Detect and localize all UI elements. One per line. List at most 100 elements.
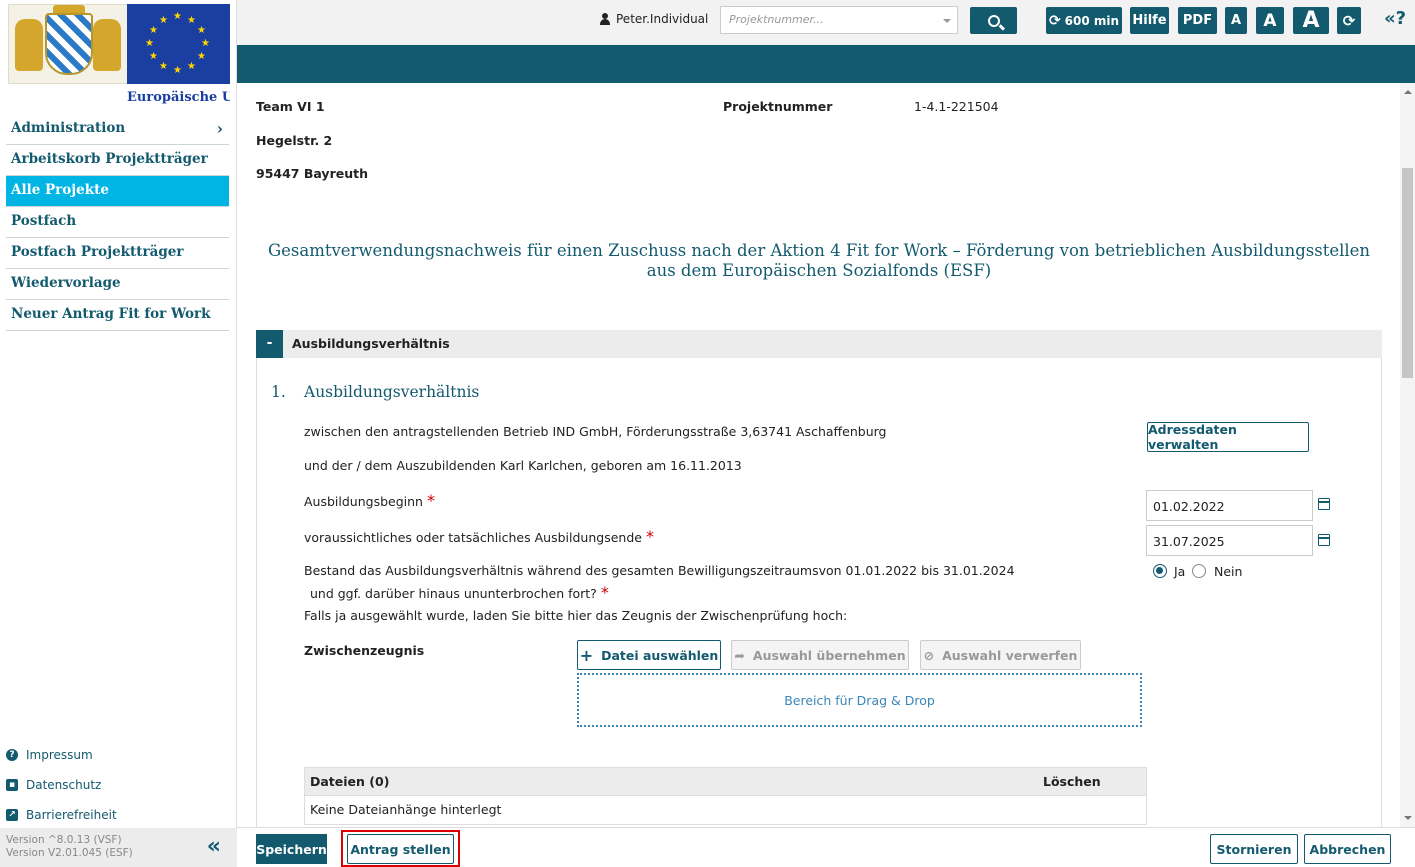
eu-label: Europäische Uni <box>127 90 230 105</box>
user-icon <box>600 13 610 25</box>
sidebar-item-arbeitskorb[interactable]: Arbeitskorb Projektträger <box>6 145 229 176</box>
choose-file-button[interactable]: + Datei auswählen <box>577 640 721 670</box>
external-link-icon: ↗ <box>6 809 18 821</box>
calendar-icon[interactable] <box>1318 498 1330 510</box>
choose-file-label: Datei auswählen <box>601 647 719 663</box>
start-label: Ausbildungsbeginn * <box>304 491 435 510</box>
sidebar-item-label: Alle Projekte <box>11 182 109 198</box>
search-icon <box>987 14 1000 27</box>
sidebar-item-label: Administration <box>11 120 126 136</box>
question-circle-icon: ? <box>6 749 18 761</box>
files-table-header: Dateien (0) Löschen <box>304 767 1147 796</box>
files-table: Dateien (0) Löschen Keine Dateianhänge h… <box>304 767 1147 825</box>
sidebar-nav: Administration › Arbeitskorb Projektträg… <box>6 114 229 331</box>
company-line: zwischen den antragstellenden Betrieb IN… <box>304 424 887 439</box>
search-button[interactable] <box>970 7 1017 34</box>
team-name: Team VI 1 <box>256 99 325 114</box>
plus-icon: + <box>579 645 594 665</box>
street: Hegelstr. 2 <box>256 133 333 148</box>
datenschutz-label: Datenschutz <box>26 778 102 792</box>
version-box: Version ^8.0.13 (VSF) Version V2.01.045 … <box>0 828 237 867</box>
bottom-bar: Speichern Antrag stellen Stornieren Abbr… <box>237 827 1415 867</box>
save-button[interactable]: Speichern <box>256 834 327 864</box>
question-line-1: Bestand das Ausbildungsverhältnis währen… <box>304 563 1015 578</box>
table-row: Keine Dateianhänge hinterlegt <box>304 796 1147 825</box>
discard-selection-button[interactable]: ⊘ Auswahl verwerfen <box>920 640 1081 670</box>
caret-down-icon <box>943 19 951 27</box>
page-title: Gesamtverwendungsnachweis für einen Zusc… <box>267 241 1371 280</box>
trainee-line: und der / dem Auszubildenden Karl Karlch… <box>304 458 742 473</box>
collapse-help-icon[interactable]: «? <box>1384 8 1406 29</box>
eu-flag-logo: ★ ★ ★ ★ ★ ★ ★ ★ ★ ★ ★ ★ <box>127 4 230 84</box>
datenschutz-link[interactable]: ▪ Datenschutz <box>6 770 231 800</box>
files-header: Dateien (0) <box>310 774 390 789</box>
header-band <box>237 45 1415 83</box>
pdf-button[interactable]: PDF <box>1178 7 1217 34</box>
section-header: - Ausbildungsverhältnis <box>256 330 1382 358</box>
barrierefreiheit-link[interactable]: ↗ Barrierefreiheit <box>6 800 231 830</box>
scroll-down-icon[interactable] <box>1404 816 1412 824</box>
calendar-icon[interactable] <box>1318 534 1330 546</box>
help-button[interactable]: Hilfe <box>1130 7 1169 34</box>
bavaria-coat-of-arms-logo <box>8 4 128 84</box>
end-label: voraussichtliches oder tatsächliches Aus… <box>304 527 654 546</box>
sidebar-item-alle-projekte[interactable]: Alle Projekte <box>6 176 229 207</box>
section-collapse-button[interactable]: - <box>256 330 283 358</box>
submit-application-button[interactable]: Antrag stellen <box>347 834 454 864</box>
sidebar-item-administration[interactable]: Administration › <box>6 114 229 145</box>
collapse-sidebar-icon[interactable]: « <box>207 836 221 858</box>
session-timer-button[interactable]: ⟳ 600 min <box>1046 7 1122 34</box>
logo-area: ★ ★ ★ ★ ★ ★ ★ ★ ★ ★ ★ ★ Europäische Uni <box>6 4 230 108</box>
upload-label: Zwischenzeugnis <box>304 643 425 658</box>
impressum-label: Impressum <box>26 748 93 762</box>
id-card-icon: ▪ <box>6 779 18 791</box>
required-marker: * <box>645 527 654 546</box>
version-esf: Version V2.01.045 (ESF) <box>6 847 133 859</box>
username: Peter.Individual <box>616 12 709 26</box>
project-number-placeholder: Projektnummer... <box>729 13 824 26</box>
sidebar: ★ ★ ★ ★ ★ ★ ★ ★ ★ ★ ★ ★ Europäische Uni … <box>0 0 237 867</box>
sidebar-item-postfach[interactable]: Postfach <box>6 207 229 238</box>
start-date-input[interactable]: 01.02.2022 <box>1146 490 1313 521</box>
scrollbar-thumb[interactable] <box>1402 168 1413 378</box>
sidebar-item-wiedervorlage[interactable]: Wiedervorlage <box>6 269 229 300</box>
required-marker: * <box>426 491 435 510</box>
share-icon: ➦ <box>734 647 745 663</box>
ban-icon: ⊘ <box>923 647 935 663</box>
project-number-select[interactable]: Projektnummer... <box>720 6 958 34</box>
project-number-value: 1-4.1-221504 <box>914 99 999 114</box>
required-marker: * <box>600 583 609 602</box>
font-size-large-button[interactable]: A <box>1293 7 1329 34</box>
font-size-medium-button[interactable]: A <box>1256 7 1284 34</box>
radio-yes[interactable] <box>1153 564 1167 578</box>
main-content: Team VI 1 Hegelstr. 2 95447 Bayreuth Pro… <box>237 83 1400 827</box>
footer-links: ? Impressum ▪ Datenschutz ↗ Barrierefrei… <box>6 740 231 830</box>
version-vsf: Version ^8.0.13 (VSF) <box>6 834 122 846</box>
question-line-2-text: und ggf. darüber hinaus ununterbrochen f… <box>310 586 597 601</box>
impressum-link[interactable]: ? Impressum <box>6 740 231 770</box>
manage-address-button[interactable]: Adressdaten verwalten <box>1147 422 1309 452</box>
project-number-label: Projektnummer <box>723 99 833 114</box>
sidebar-item-postfach-projekttraeger[interactable]: Postfach Projektträger <box>6 238 229 269</box>
apply-selection-label: Auswahl übernehmen <box>752 647 906 663</box>
radio-yes-label: Ja <box>1174 564 1186 579</box>
radio-no[interactable] <box>1192 564 1206 578</box>
drag-drop-area[interactable]: Bereich für Drag & Drop <box>577 673 1142 727</box>
barrierefreiheit-label: Barrierefreiheit <box>26 808 117 822</box>
delete-header: Löschen <box>1043 774 1101 789</box>
sidebar-item-label: Postfach Projektträger <box>11 244 184 260</box>
timer-label: 600 min <box>1064 13 1120 28</box>
cancel-button[interactable]: Stornieren <box>1210 834 1298 864</box>
user-info: Peter.Individual <box>600 12 708 26</box>
sidebar-item-neuer-antrag[interactable]: Neuer Antrag Fit for Work <box>6 300 229 331</box>
font-size-small-button[interactable]: A <box>1225 7 1247 34</box>
subsection-title: Ausbildungsverhältnis <box>304 383 480 401</box>
refresh-icon: ⟳ <box>1342 11 1356 30</box>
refresh-button[interactable]: ⟳ <box>1337 7 1361 34</box>
end-date-input[interactable]: 31.07.2025 <box>1146 525 1313 556</box>
apply-selection-button[interactable]: ➦ Auswahl übernehmen <box>731 640 909 670</box>
subsection-number: 1. <box>271 383 286 401</box>
scroll-up-icon[interactable] <box>1404 86 1412 94</box>
abort-button[interactable]: Abbrechen <box>1304 834 1391 864</box>
upload-hint: Falls ja ausgewählt wurde, laden Sie bit… <box>304 608 848 623</box>
